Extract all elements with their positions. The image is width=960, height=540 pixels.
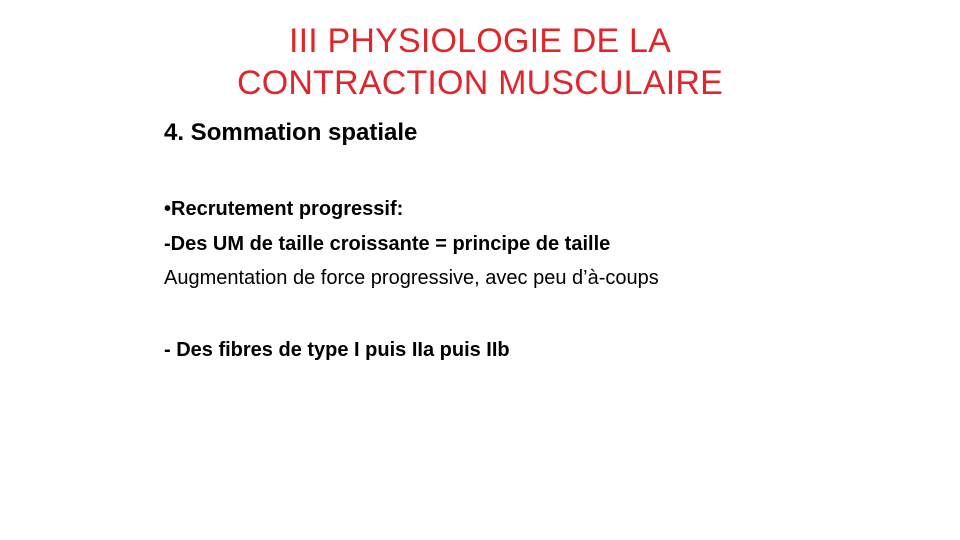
line-types-fibres: - Des fibres de type I puis IIa puis IIb — [164, 339, 510, 361]
slide: III PHYSIOLOGIE DE LA CONTRACTION MUSCUL… — [0, 0, 960, 540]
line-augmentation-force: Augmentation de force progressive, avec … — [164, 267, 659, 289]
slide-title-line-1: III PHYSIOLOGIE DE LA — [288, 22, 672, 60]
section-heading: 4. Sommation spatiale — [164, 119, 418, 146]
line-principe-taille: -Des UM de taille croissante = principe … — [164, 233, 611, 255]
bullet-recrutement: •Recrutement progressif: — [164, 198, 404, 220]
slide-title: III PHYSIOLOGIE DE LA CONTRACTION MUSCUL… — [180, 20, 780, 104]
slide-title-line-2: CONTRACTION MUSCULAIRE — [236, 64, 724, 102]
